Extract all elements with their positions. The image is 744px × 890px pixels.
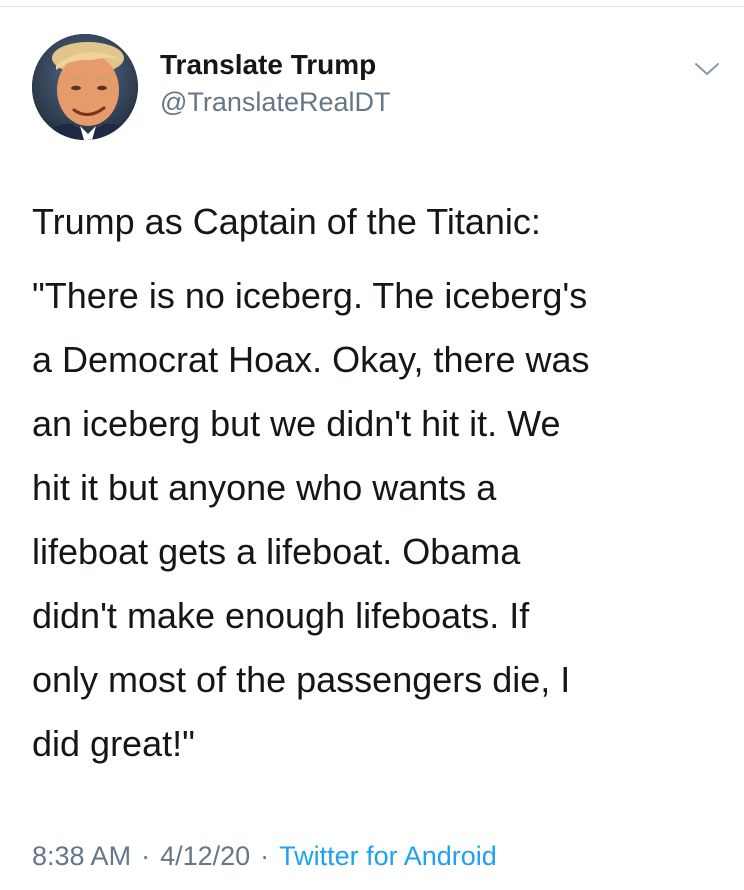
tweet-menu-button[interactable] <box>692 54 722 84</box>
tweet-text-line: didn't make enough lifeboats. If <box>32 595 530 636</box>
tweet-meta: 8:38 AM · 4/12/20 · Twitter for Android <box>32 836 497 876</box>
tweet-date[interactable]: 4/12/20 <box>160 841 250 871</box>
tweet-source-link[interactable]: Twitter for Android <box>279 841 497 871</box>
tweet-text-heading: Trump as Captain of the Titanic: <box>32 201 541 242</box>
tweet-text-line: "There is no iceberg. The iceberg's <box>32 275 588 316</box>
tweet-header: Translate Trump @TranslateRealDT <box>32 34 722 144</box>
meta-separator: · <box>260 841 270 871</box>
tweet-text-line: an iceberg but we didn't hit it. We <box>32 403 561 444</box>
tweet-text-line: did great!" <box>32 723 195 764</box>
meta-separator: · <box>141 841 151 871</box>
tweet: Translate Trump @TranslateRealDT Trump a… <box>0 0 744 890</box>
avatar[interactable] <box>32 34 138 140</box>
tweet-time[interactable]: 8:38 AM <box>32 841 131 871</box>
author-handle[interactable]: @TranslateRealDT <box>160 84 390 120</box>
tweet-text-line: lifeboat gets a lifeboat. Obama <box>32 531 521 572</box>
tweet-text-line: only most of the passengers die, I <box>32 659 571 700</box>
author-display-name[interactable]: Translate Trump <box>160 48 390 82</box>
tweet-text: Trump as Captain of the Titanic: "There … <box>32 190 722 776</box>
profile-photo-icon <box>32 34 138 140</box>
author-names: Translate Trump @TranslateRealDT <box>160 48 390 120</box>
tweet-text-line: hit it but anyone who wants a <box>32 467 497 508</box>
chevron-down-icon <box>695 63 719 75</box>
tweet-text-line: a Democrat Hoax. Okay, there was <box>32 339 590 380</box>
